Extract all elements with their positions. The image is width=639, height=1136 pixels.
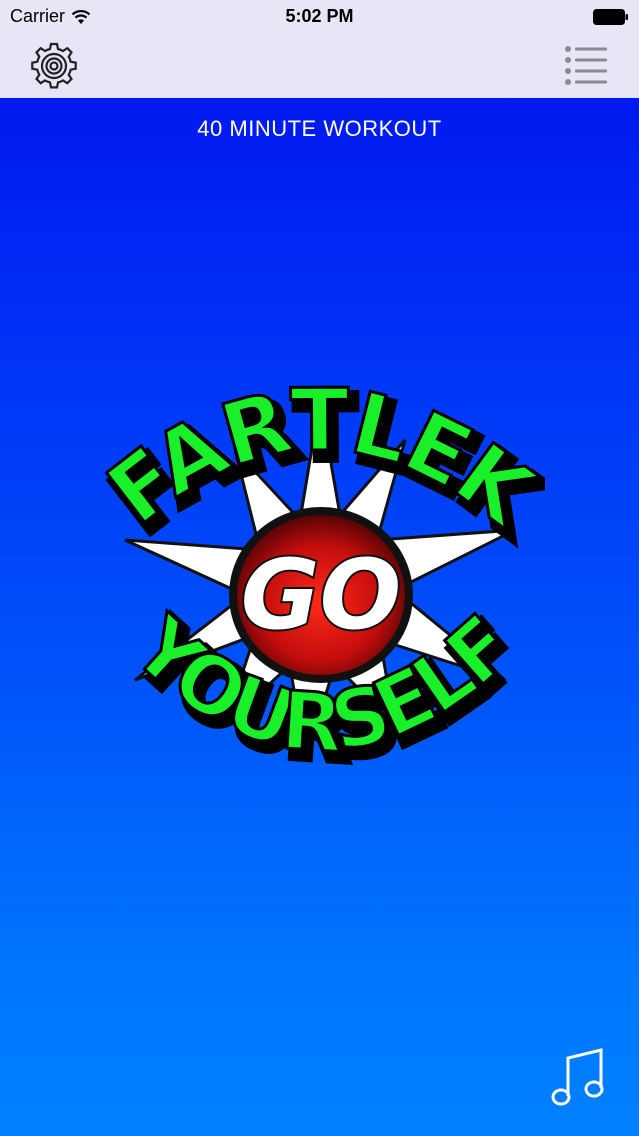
list-icon bbox=[565, 46, 607, 85]
fartlek-logo: GO FARTLEK FARTLEK YOURSELF YOURSELF bbox=[95, 380, 545, 784]
menu-button[interactable] bbox=[559, 40, 613, 92]
main-content: 40 MINUTE WORKOUT GO FARTLEK FARTLEK YOU… bbox=[0, 98, 639, 1136]
status-time: 5:02 PM bbox=[285, 6, 354, 26]
settings-button[interactable] bbox=[27, 40, 81, 92]
workout-title: 40 MINUTE WORKOUT bbox=[197, 116, 442, 141]
gear-icon bbox=[31, 42, 77, 89]
status-bar: Carrier 5:02 PM bbox=[0, 0, 639, 34]
toolbar bbox=[0, 34, 639, 98]
music-note-icon[interactable] bbox=[551, 1046, 605, 1108]
logo-go-text: GO bbox=[241, 539, 401, 651]
battery-icon bbox=[593, 9, 628, 25]
